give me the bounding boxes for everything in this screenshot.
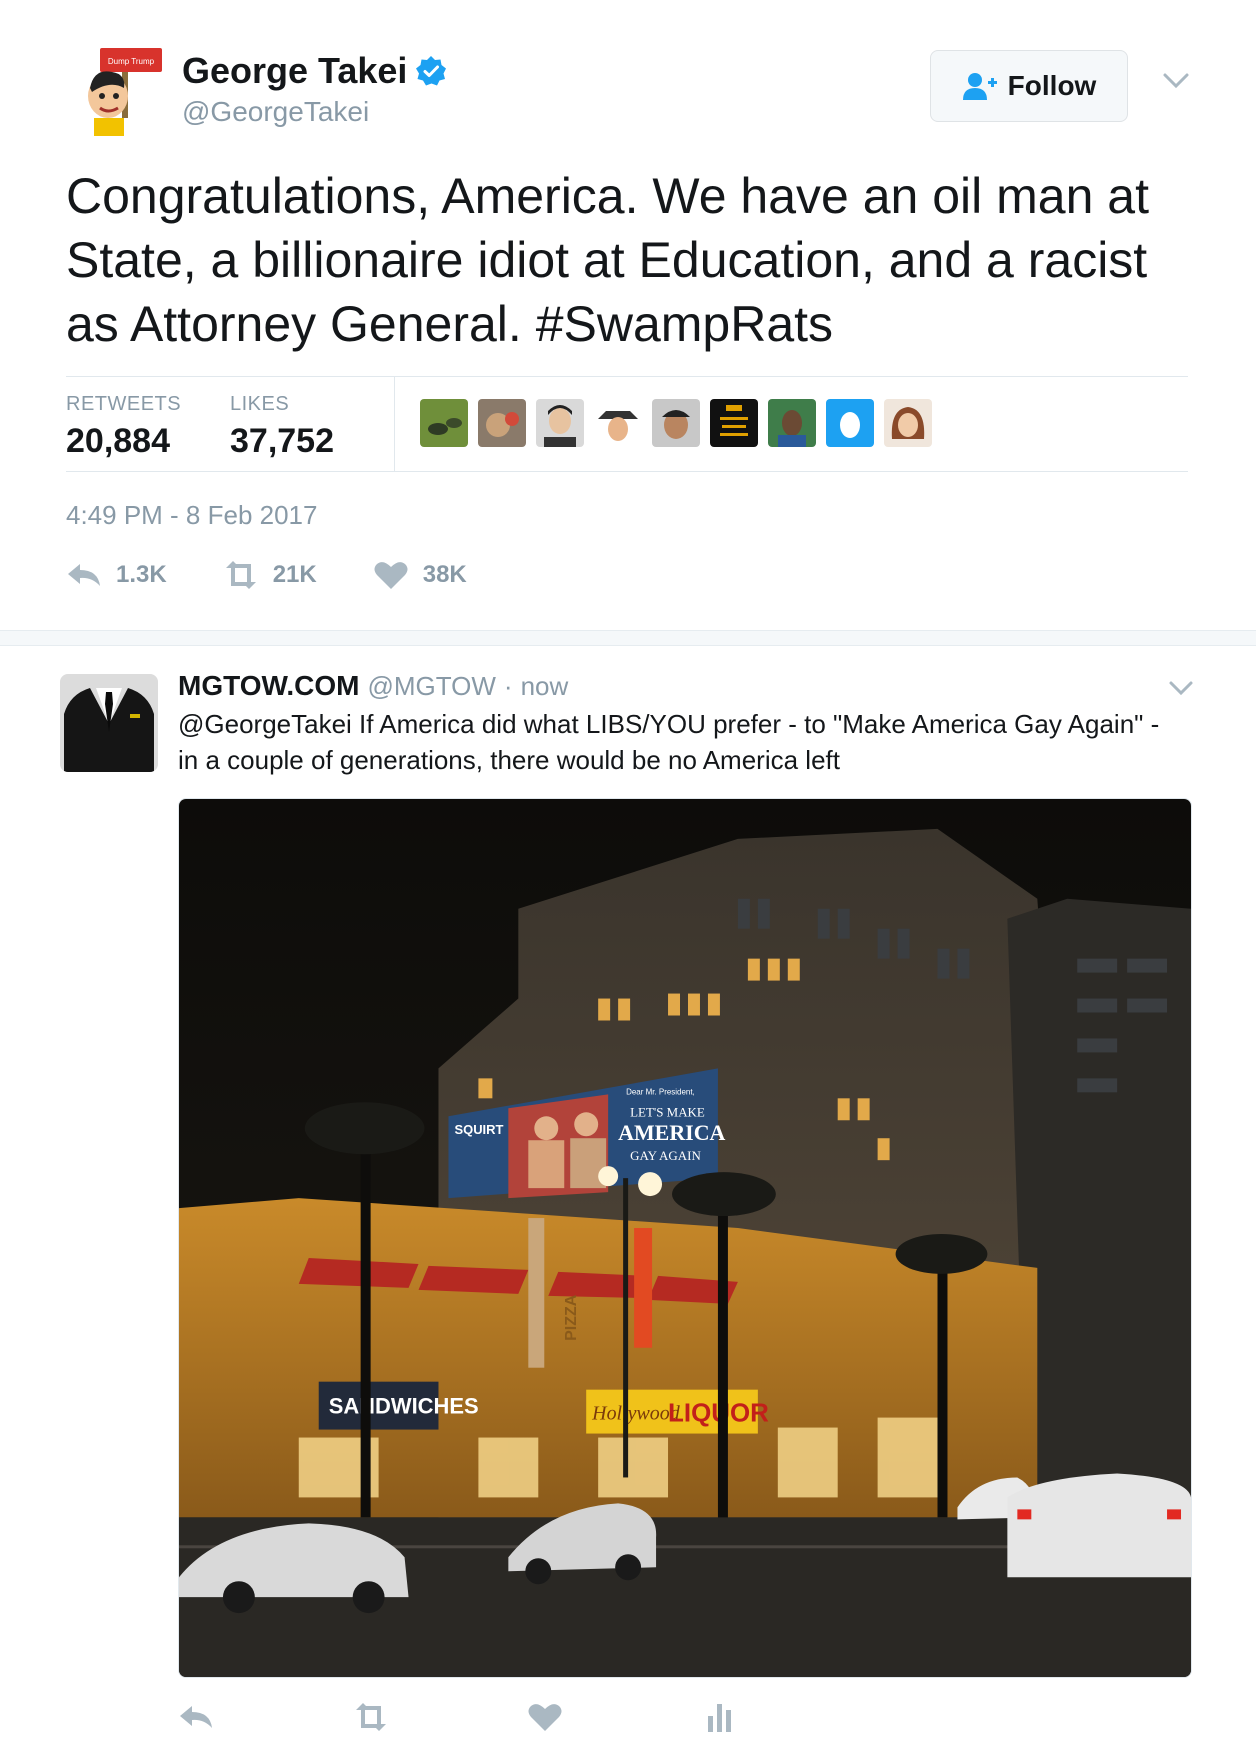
sandwiches-sign: SANDWICHES xyxy=(329,1394,479,1419)
billboard-line2: LET'S MAKE xyxy=(630,1104,705,1119)
reply-tweet: MGTOW.COM @MGTOW · now @GeorgeTakei If A… xyxy=(0,646,1256,1758)
likes-label: LIKES xyxy=(230,393,290,415)
heart-icon[interactable] xyxy=(527,1702,563,1732)
retweet-icon[interactable] xyxy=(353,1702,389,1732)
author-avatar[interactable]: Dump Trump xyxy=(80,44,172,136)
liker-avatar[interactable] xyxy=(826,399,874,447)
add-user-icon xyxy=(962,73,997,100)
billboard-line3: AMERICA xyxy=(618,1120,725,1145)
liker-avatars xyxy=(420,399,932,447)
billboard-line4: GAY AGAIN xyxy=(630,1148,701,1163)
main-tweet: Dump Trump George Takei @GeorgeTakei Fol… xyxy=(0,0,1256,630)
author-name[interactable]: George Takei xyxy=(182,50,447,92)
timeline-divider xyxy=(0,630,1256,646)
liker-avatar[interactable] xyxy=(478,399,526,447)
pizza-vertical-sign: PIZZA xyxy=(563,1294,580,1341)
tweet-stats: RETWEETS 20,884 LIKES 37,752 xyxy=(66,376,1188,472)
caricature-avatar-image: Dump Trump xyxy=(80,44,172,136)
street-photo: SQUIRT Dear Mr. President, LET'S MAKE AM… xyxy=(179,799,1191,1677)
retweet-count: 21K xyxy=(272,561,317,588)
reply-icon xyxy=(68,564,100,586)
likes-value: 37,752 xyxy=(230,422,334,460)
reply-author-handle[interactable]: @MGTOW xyxy=(367,671,495,702)
reply-actions xyxy=(178,1702,738,1732)
stats-divider xyxy=(394,377,395,471)
billboard-line1: Dear Mr. President, xyxy=(626,1087,695,1096)
tweet-text: Congratulations, America. We have an oil… xyxy=(66,168,1149,352)
like-count: 38K xyxy=(422,561,467,588)
retweet-button[interactable]: 21K xyxy=(223,560,317,590)
retweets-label: RETWEETS xyxy=(66,393,182,415)
reply-photo[interactable]: SQUIRT Dear Mr. President, LET'S MAKE AM… xyxy=(178,798,1192,1678)
suit-avatar-image xyxy=(60,674,158,772)
reply-icon[interactable] xyxy=(178,1702,214,1732)
like-button[interactable]: 38K xyxy=(373,560,467,590)
reply-time[interactable]: now xyxy=(521,671,569,702)
reply-count: 1.3K xyxy=(116,561,167,588)
liker-avatar[interactable] xyxy=(536,399,584,447)
author-handle[interactable]: @GeorgeTakei xyxy=(182,96,369,128)
author-name-text[interactable]: George Takei xyxy=(182,50,407,92)
chevron-down-icon[interactable] xyxy=(1168,680,1194,696)
avatar-sign-text: Dump Trump xyxy=(108,57,155,66)
follow-button-label: Follow xyxy=(1007,70,1097,101)
chevron-down-icon[interactable] xyxy=(1162,72,1190,90)
heart-icon xyxy=(374,562,408,589)
reply-header: MGTOW.COM @MGTOW · now xyxy=(178,670,568,702)
tweet-actions: 1.3K 21K 38K xyxy=(66,560,523,590)
retweets-stat[interactable]: RETWEETS 20,884 xyxy=(66,393,181,461)
reply-button[interactable]: 1.3K xyxy=(66,560,167,590)
tweet-timestamp[interactable]: 4:49 PM - 8 Feb 2017 xyxy=(66,500,317,531)
follow-button[interactable]: Follow xyxy=(930,50,1128,122)
retweet-icon xyxy=(225,561,256,589)
retweets-value: 20,884 xyxy=(66,422,170,460)
likes-stat[interactable]: LIKES 37,752 xyxy=(230,393,334,461)
verified-badge-icon xyxy=(416,56,447,86)
liker-avatar[interactable] xyxy=(768,399,816,447)
reply-author-avatar[interactable] xyxy=(60,674,158,772)
reply-text: @GeorgeTakei If America did what LIBS/YO… xyxy=(178,709,1160,775)
analytics-icon[interactable] xyxy=(702,1702,738,1732)
liker-avatar[interactable] xyxy=(710,399,758,447)
liker-avatar[interactable] xyxy=(594,399,642,447)
liker-avatar[interactable] xyxy=(652,399,700,447)
reply-separator: · xyxy=(503,671,513,701)
liker-avatar[interactable] xyxy=(884,399,932,447)
reply-author-name[interactable]: MGTOW.COM xyxy=(178,670,359,702)
liker-avatar[interactable] xyxy=(420,399,468,447)
billboard-brand-text: SQUIRT xyxy=(454,1122,503,1137)
